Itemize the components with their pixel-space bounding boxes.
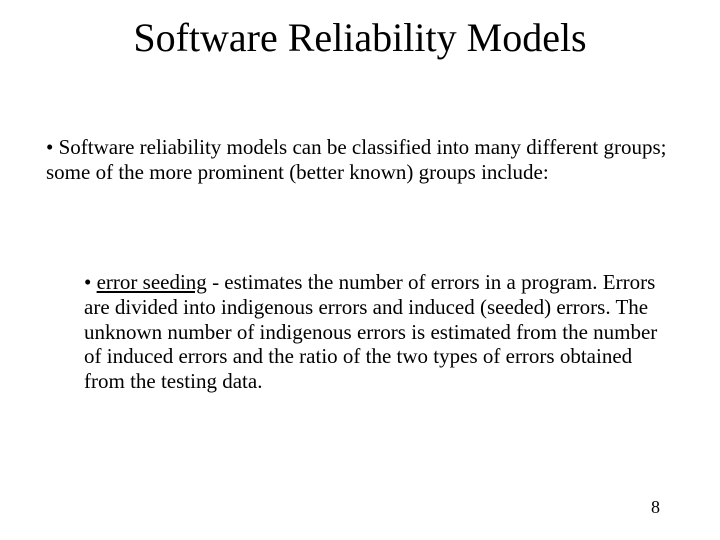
error-seeding-term: error seeding bbox=[97, 270, 207, 294]
slide: Software Reliability Models • Software r… bbox=[0, 0, 720, 540]
slide-title: Software Reliability Models bbox=[0, 14, 720, 61]
bullet-prefix: • bbox=[84, 270, 97, 294]
intro-paragraph: • Software reliability models can be cla… bbox=[46, 135, 674, 185]
error-seeding-paragraph: • error seeding - estimates the number o… bbox=[84, 270, 660, 394]
page-number: 8 bbox=[651, 497, 660, 518]
